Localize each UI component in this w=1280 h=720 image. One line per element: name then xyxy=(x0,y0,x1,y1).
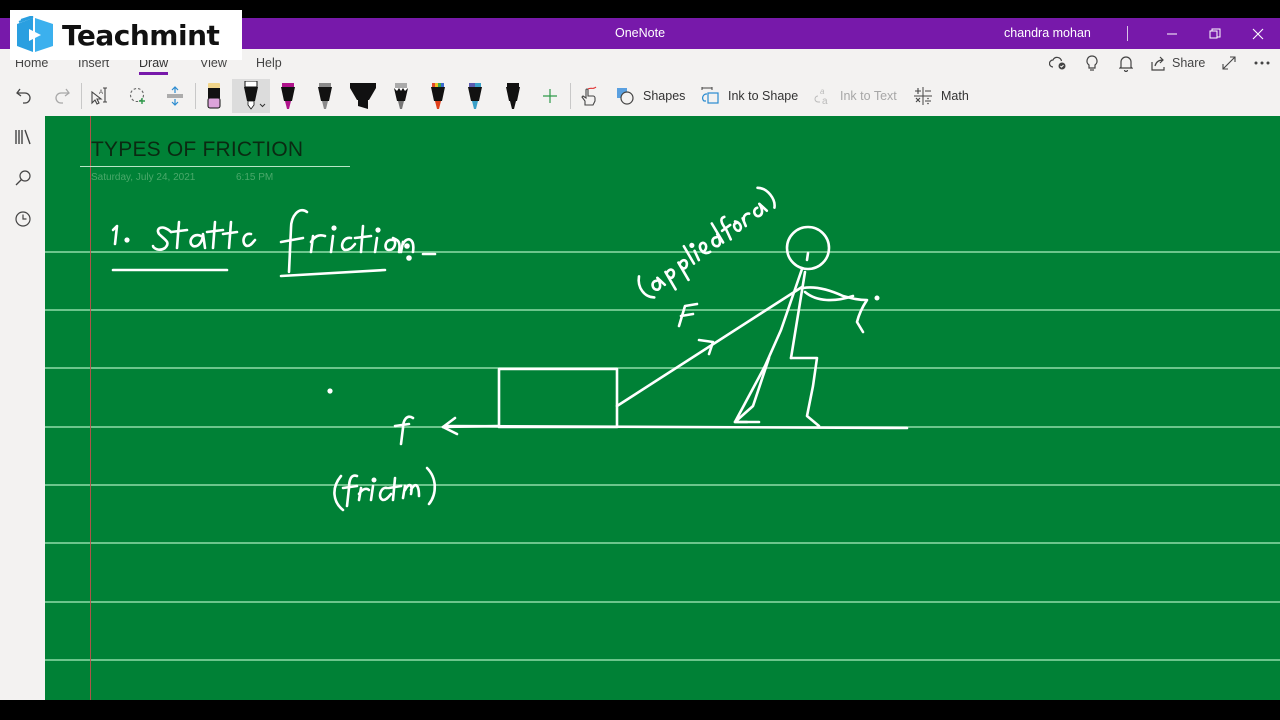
highlighter-tool[interactable] xyxy=(348,79,378,113)
ink-heading-static-friction xyxy=(111,208,437,278)
shapes-icon xyxy=(617,88,634,105)
ink-dot xyxy=(327,388,333,394)
highlighter-icon xyxy=(350,83,376,109)
eraser-tool[interactable] xyxy=(202,79,226,113)
lightbulb-icon xyxy=(1086,54,1098,71)
teachmint-watermark: Teachmint xyxy=(10,10,242,60)
pen-white-tool[interactable] xyxy=(232,79,270,113)
teachmint-logo-icon xyxy=(17,16,53,52)
ink-applied-force-label xyxy=(637,186,776,299)
ink-to-shape-button[interactable]: Ink to Shape xyxy=(700,79,800,113)
undo-icon xyxy=(16,88,31,104)
pen-rainbow-tool[interactable] xyxy=(426,79,450,113)
toolbar-divider xyxy=(81,83,82,109)
pen-galaxy-icon xyxy=(394,83,408,109)
share-label: Share xyxy=(1172,56,1206,70)
notebooks-icon xyxy=(15,129,31,145)
minimize-button[interactable] xyxy=(1150,18,1194,49)
cursor-text-icon: A xyxy=(91,87,107,105)
math-label: Math xyxy=(941,89,969,103)
add-space-icon xyxy=(167,86,183,106)
plus-icon xyxy=(543,89,557,103)
onenote-window: OneNote chandra mohan Teachmint Home Ins… xyxy=(0,0,1280,720)
shapes-label: Shapes xyxy=(643,89,686,103)
pen-magenta-tool[interactable] xyxy=(276,79,300,113)
bottom-letterbox xyxy=(0,700,1280,720)
type-select-button[interactable]: A xyxy=(88,79,112,113)
search-icon xyxy=(15,170,31,186)
redo-icon xyxy=(55,88,70,104)
title-separator xyxy=(1127,26,1128,41)
notebooks-button[interactable] xyxy=(12,126,34,148)
ink-to-shape-label: Ink to Shape xyxy=(728,89,799,103)
svg-text:a: a xyxy=(822,96,828,106)
ink-drawing[interactable] xyxy=(45,116,1280,700)
sync-status-button[interactable] xyxy=(1048,54,1068,72)
tell-me-button[interactable] xyxy=(1083,54,1101,72)
ink-block xyxy=(497,367,619,429)
svg-text:a: a xyxy=(820,87,825,96)
ink-force-symbol xyxy=(677,302,699,328)
ink-stick-figure xyxy=(733,225,880,428)
pen-white-icon xyxy=(244,81,266,110)
share-button[interactable]: Share xyxy=(1151,54,1206,72)
search-button[interactable] xyxy=(12,167,34,189)
add-space-button[interactable] xyxy=(163,79,187,113)
ink-to-text-label: Ink to Text xyxy=(840,89,897,103)
math-button[interactable]: Math xyxy=(913,79,978,113)
lasso-add-icon xyxy=(129,87,145,104)
restore-icon xyxy=(1209,28,1221,38)
undo-button[interactable] xyxy=(12,79,36,113)
pen-gray-tool[interactable] xyxy=(313,79,337,113)
eraser-icon xyxy=(207,83,221,109)
toolbar-divider xyxy=(570,83,571,109)
note-page[interactable]: TYPES OF FRICTION Saturday, July 24, 202… xyxy=(45,116,1280,700)
pen-ocean-tool[interactable] xyxy=(463,79,487,113)
tab-help[interactable]: Help xyxy=(256,56,282,70)
clock-icon xyxy=(15,211,31,227)
more-options-button[interactable] xyxy=(1252,54,1272,72)
close-button[interactable] xyxy=(1236,18,1280,49)
ink-friction-arrow xyxy=(441,416,501,436)
shapes-button[interactable]: Shapes xyxy=(615,79,690,113)
lasso-select-button[interactable] xyxy=(126,79,150,113)
pen-magenta-icon xyxy=(281,83,295,109)
ink-to-shape-icon xyxy=(701,87,719,104)
more-icon xyxy=(1254,61,1270,65)
math-icon xyxy=(914,87,932,105)
pen-black-icon xyxy=(506,83,520,109)
teachmint-brand: Teachmint xyxy=(62,18,220,52)
toolbar-divider xyxy=(195,83,196,109)
recent-notes-button[interactable] xyxy=(12,208,34,230)
left-navigation xyxy=(0,116,45,700)
pen-ocean-icon xyxy=(468,83,482,109)
restore-button[interactable] xyxy=(1193,18,1237,49)
svg-text:A: A xyxy=(99,90,103,96)
touch-drawing-button[interactable] xyxy=(576,79,600,113)
cloud-check-icon xyxy=(1049,56,1066,70)
add-pen-button[interactable] xyxy=(538,79,562,113)
ink-friction-symbol xyxy=(393,415,415,446)
ink-friction-label xyxy=(333,466,437,512)
pen-black-tool[interactable] xyxy=(501,79,525,113)
notifications-button[interactable] xyxy=(1117,54,1135,72)
expand-icon xyxy=(1222,56,1236,70)
user-name[interactable]: chandra mohan xyxy=(1004,26,1091,40)
pen-rainbow-icon xyxy=(431,83,445,109)
minimize-icon xyxy=(1167,33,1177,34)
full-screen-button[interactable] xyxy=(1220,54,1238,72)
pen-galaxy-tool[interactable] xyxy=(389,79,413,113)
redo-button[interactable] xyxy=(50,79,74,113)
close-icon xyxy=(1252,28,1264,39)
pen-gray-icon xyxy=(318,83,332,109)
bell-icon xyxy=(1119,55,1133,72)
touch-draw-icon xyxy=(581,86,597,106)
ink-to-text-icon: aa xyxy=(814,87,828,106)
share-icon xyxy=(1151,56,1165,71)
ink-to-text-button[interactable]: aa Ink to Text xyxy=(812,79,904,113)
